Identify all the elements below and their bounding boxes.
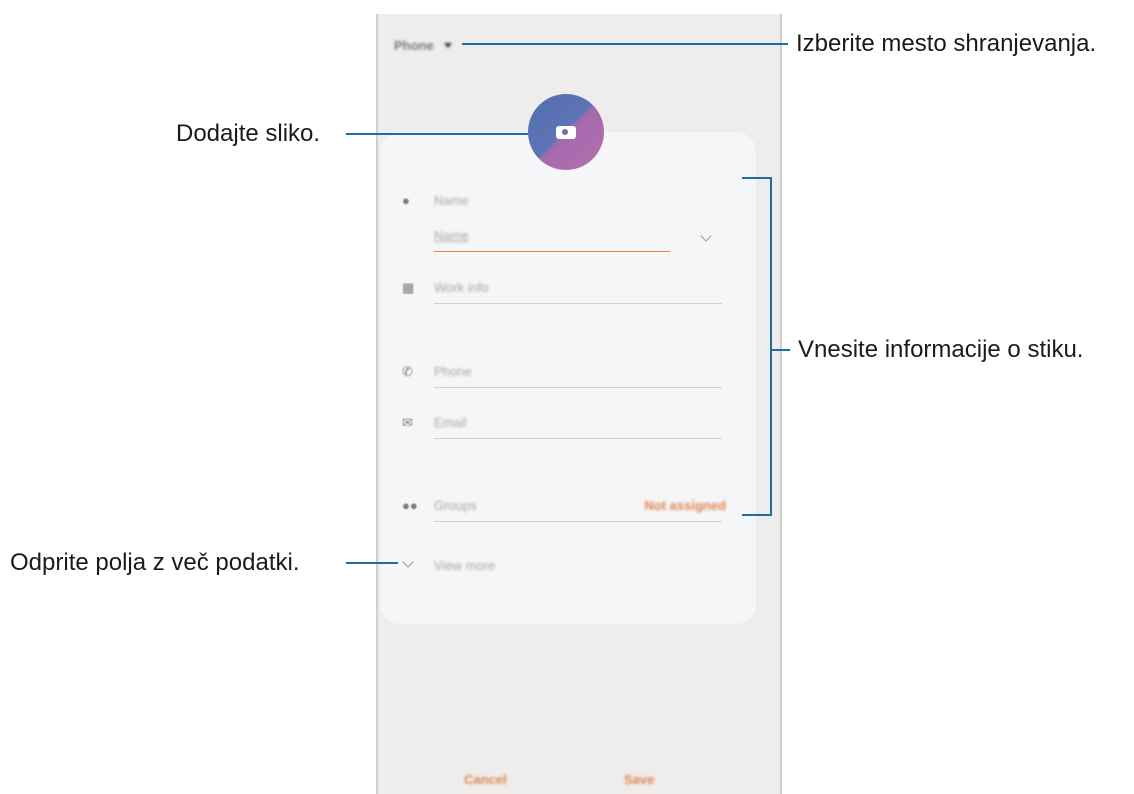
name-label: Name <box>434 193 469 208</box>
callout-line-storage <box>462 43 788 45</box>
chevron-down-icon <box>402 556 414 568</box>
divider <box>434 303 722 304</box>
name-field[interactable]: Name <box>380 226 756 252</box>
view-more-label: View more <box>434 558 496 573</box>
callout-line-info <box>770 349 790 351</box>
groups-label: Groups <box>434 498 477 513</box>
name-field-underline <box>434 250 670 252</box>
callout-more: Odprite polja z več podatki. <box>10 549 300 576</box>
divider <box>434 438 722 439</box>
phone-row[interactable]: ✆ Phone <box>380 358 756 388</box>
groups-icon: ●● <box>402 498 418 513</box>
storage-label: Phone <box>394 38 434 53</box>
bracket-vertical <box>770 177 772 516</box>
divider <box>434 387 722 388</box>
name-field-text: Name <box>434 228 469 243</box>
bracket-top <box>742 177 772 179</box>
email-label: Email <box>434 415 467 430</box>
callout-info: Vnesite informacije o stiku. <box>798 336 1084 363</box>
work-info-row[interactable]: ▦ Work info <box>380 274 756 304</box>
phone-screen: Phone ● Name Name ▦ Work info ✆ Phone ✉ … <box>376 14 782 794</box>
groups-value: Not assigned <box>644 498 726 513</box>
divider <box>434 521 722 522</box>
storage-selector[interactable]: Phone <box>394 38 452 53</box>
chevron-down-icon[interactable] <box>700 230 712 242</box>
email-icon: ✉ <box>402 415 413 430</box>
phone-icon: ✆ <box>402 364 413 379</box>
work-info-label: Work info <box>434 280 489 295</box>
view-more-row[interactable]: View more <box>380 552 756 582</box>
dropdown-arrow-icon <box>443 43 452 48</box>
callout-photo: Dodajte sliko. <box>176 120 321 147</box>
email-row[interactable]: ✉ Email <box>380 409 756 439</box>
name-row[interactable]: ● Name <box>380 187 756 217</box>
contact-form-card: ● Name Name ▦ Work info ✆ Phone ✉ Email … <box>380 132 756 624</box>
phone-label: Phone <box>434 364 472 379</box>
callout-line-more <box>346 562 398 564</box>
callout-storage: Izberite mesto shranjevanja. <box>796 30 1097 57</box>
camera-icon <box>556 125 576 139</box>
add-photo-button[interactable] <box>528 94 604 170</box>
groups-row[interactable]: ●● Groups Not assigned <box>380 492 756 522</box>
building-icon: ▦ <box>402 280 415 295</box>
person-icon: ● <box>402 193 410 208</box>
callout-line-photo <box>346 133 528 135</box>
bracket-bottom <box>742 514 772 516</box>
